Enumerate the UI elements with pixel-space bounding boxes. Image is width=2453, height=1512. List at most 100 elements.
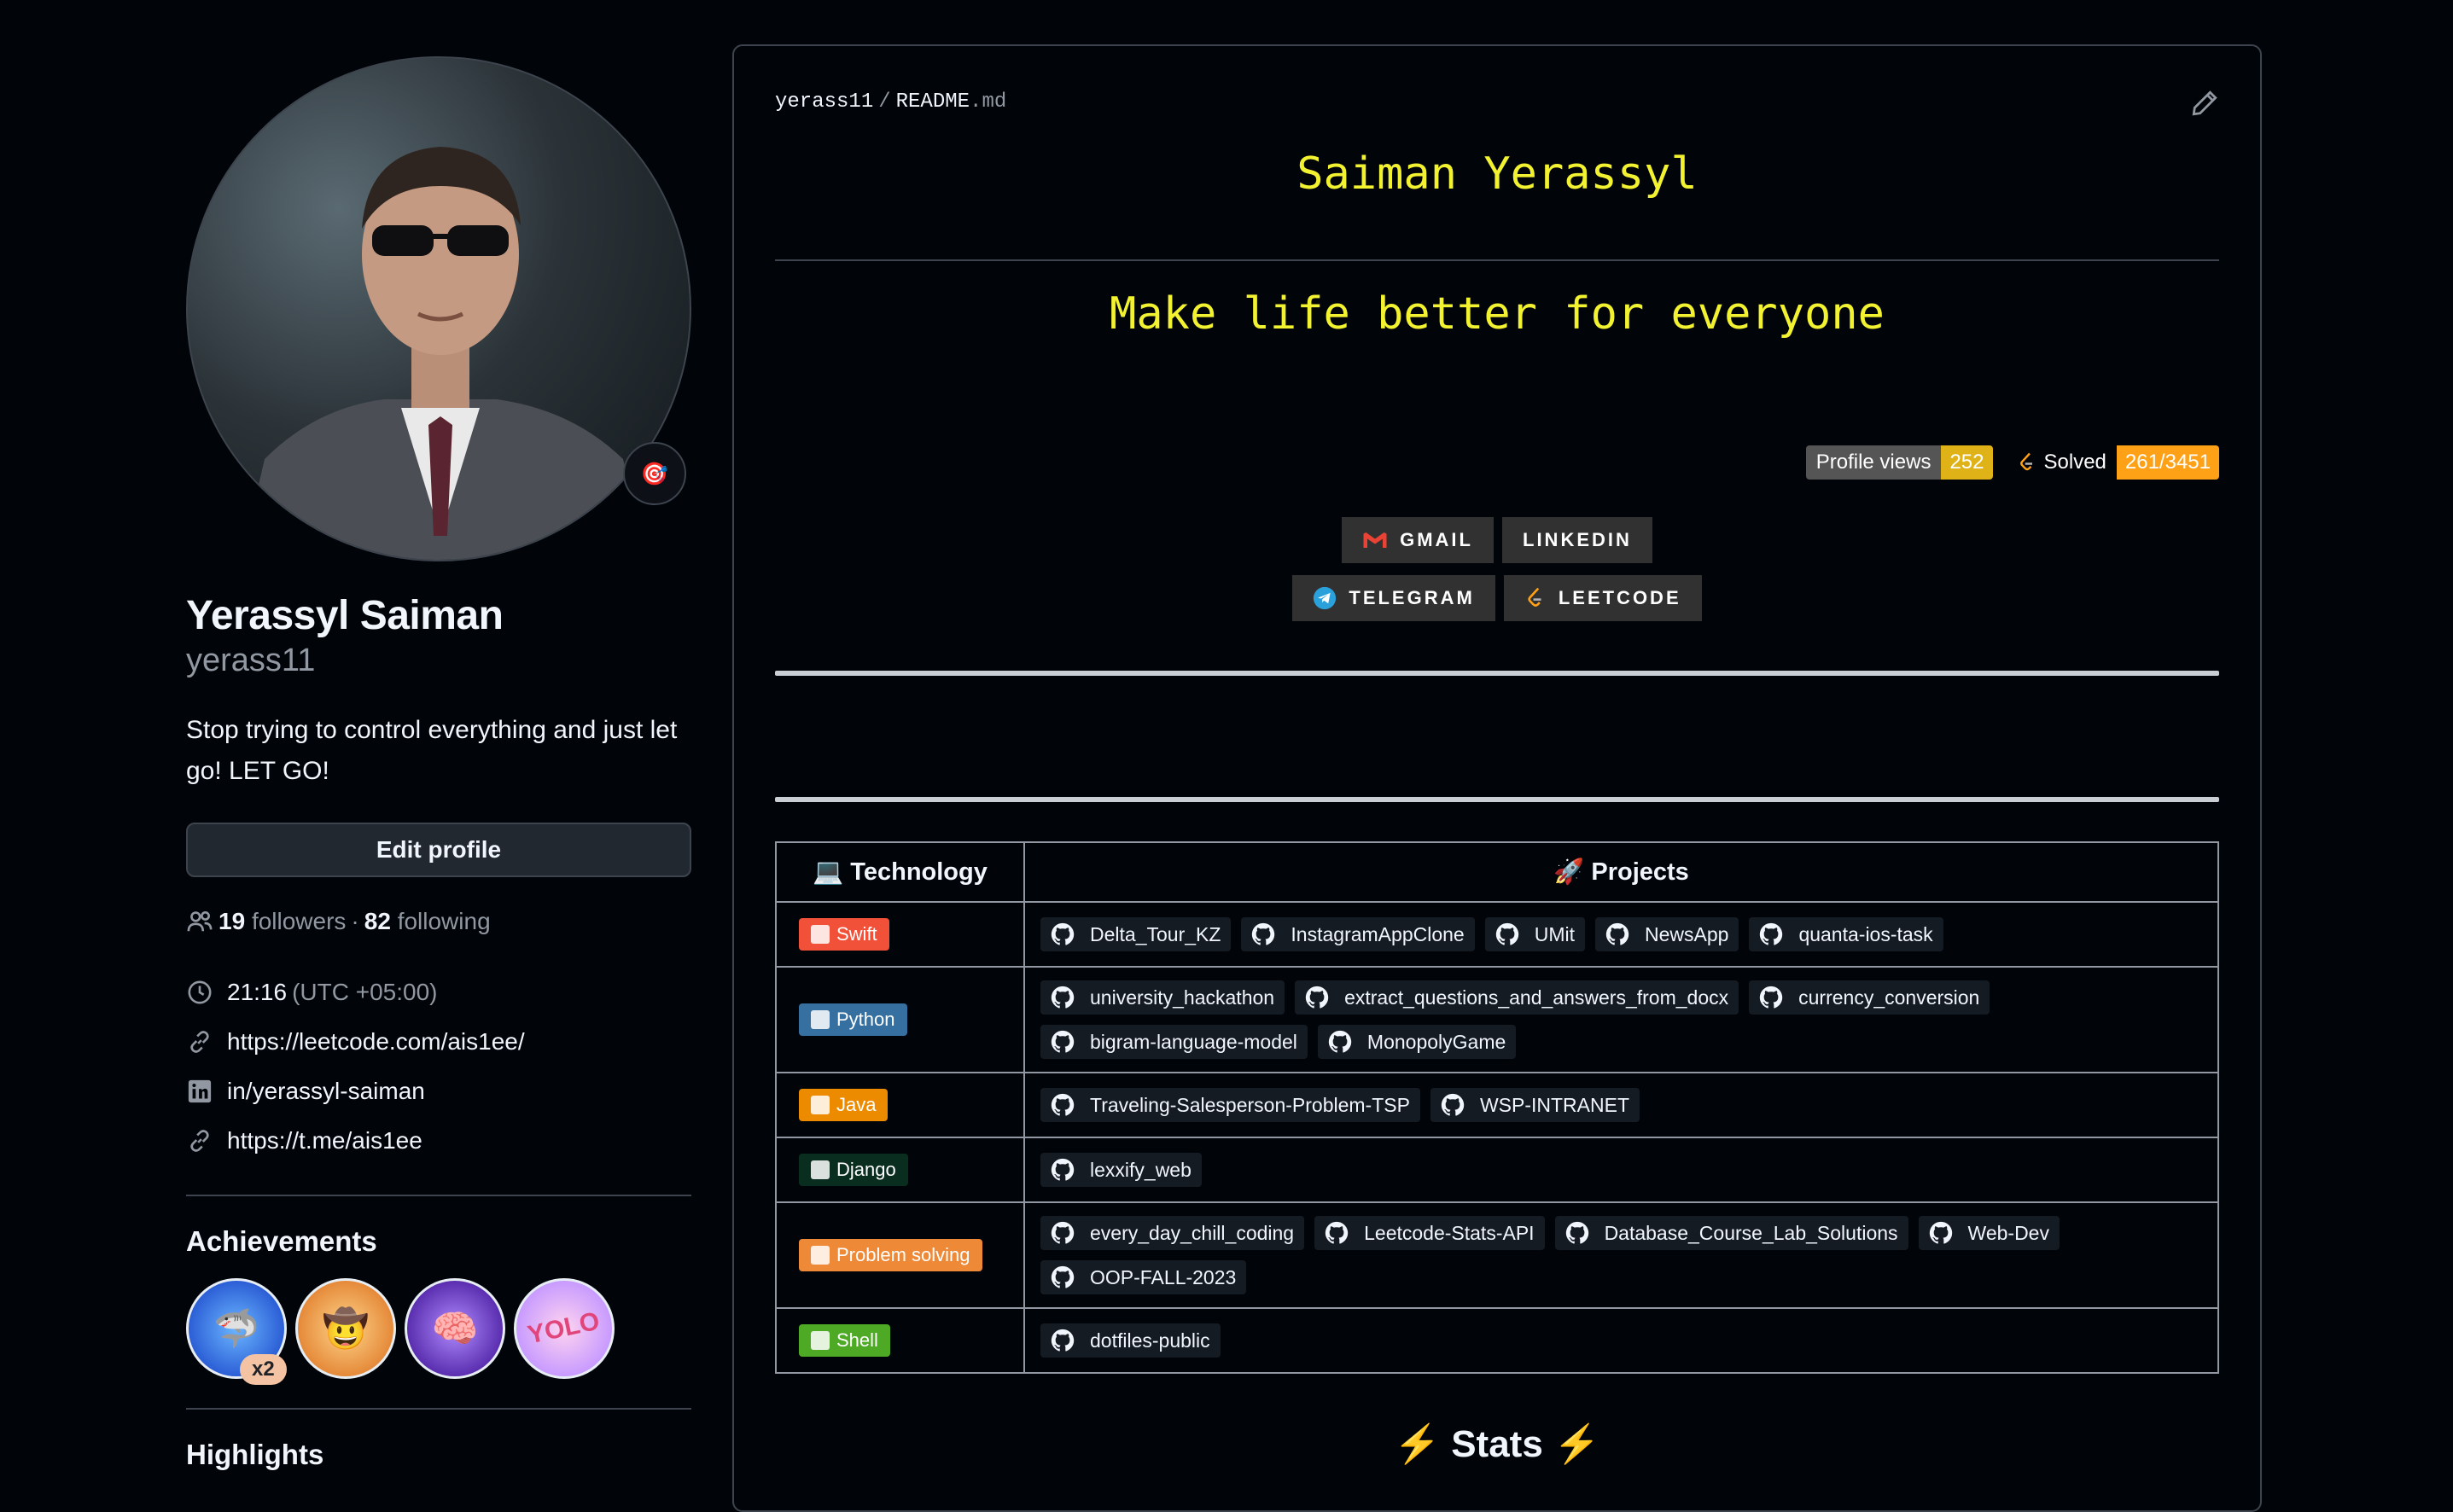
leetcode-button[interactable]: LEETCODE bbox=[1503, 575, 1702, 621]
repo-link[interactable]: extract_questions_and_answers_from_docx bbox=[1295, 980, 1739, 1015]
repo-link[interactable]: WSP-INTRANET bbox=[1430, 1088, 1640, 1122]
social-row: GMAIL LINKEDIN bbox=[1342, 517, 1652, 563]
brain-icon: 🧠 bbox=[431, 1308, 479, 1350]
table-row: Swift Delta_Tour_KZ InstagramAppClone UMit N… bbox=[775, 901, 2219, 968]
github-icon bbox=[1051, 1030, 1075, 1054]
repo-name: university_hackathon bbox=[1090, 986, 1275, 1009]
linkedin-link[interactable]: in/yerassyl-saiman bbox=[227, 1078, 425, 1105]
stats-heading: ⚡ Stats ⚡ bbox=[775, 1422, 2219, 1466]
repo-link[interactable]: bigram-language-model bbox=[1040, 1025, 1308, 1059]
repo-link[interactable]: quanta-ios-task bbox=[1749, 917, 1943, 951]
table-row: Java Traveling-Salesperson-Problem-TSP WSP… bbox=[775, 1072, 2219, 1138]
leetcode-url-link[interactable]: https://leetcode.com/ais1ee/ bbox=[227, 1028, 525, 1055]
breadcrumb-separator: / bbox=[878, 90, 891, 113]
github-icon bbox=[1495, 922, 1519, 946]
profile-bio: Stop trying to control everything and ju… bbox=[186, 716, 678, 785]
telegram-url-link[interactable]: https://t.me/ais1ee bbox=[227, 1127, 422, 1154]
projects-cell: university_hackathon extract_questions_an… bbox=[1023, 966, 2219, 1073]
breadcrumb-owner[interactable]: yerass11 bbox=[775, 90, 873, 113]
avatar-portrait bbox=[241, 147, 647, 560]
repo-name: OOP-FALL-2023 bbox=[1090, 1265, 1237, 1288]
repo-link[interactable]: dotfiles-public bbox=[1040, 1323, 1221, 1358]
social-row: TELEGRAM LEETCODE bbox=[1292, 575, 1702, 621]
avatar-wrapper: 🎯 bbox=[186, 56, 691, 561]
repo-link[interactable]: currency_conversion bbox=[1749, 980, 1990, 1015]
repo-name: NewsApp bbox=[1645, 922, 1729, 945]
repo-link[interactable]: InstagramAppClone bbox=[1241, 917, 1475, 951]
breadcrumb-ext: .md bbox=[970, 90, 1007, 113]
tech-projects-table: 💻 Technology 🚀 Projects Swift Delta_Tour_… bbox=[775, 841, 2219, 1374]
swift-icon bbox=[811, 925, 830, 944]
shark-icon: 🦈 bbox=[213, 1308, 260, 1350]
repo-link[interactable]: Traveling-Salesperson-Problem-TSP bbox=[1040, 1088, 1420, 1122]
achievement-cowboy[interactable]: 🤠 bbox=[295, 1278, 396, 1379]
achievement-galaxy-brain[interactable]: 🧠 bbox=[405, 1278, 505, 1379]
github-icon bbox=[1051, 1221, 1075, 1245]
technology-cell: Python bbox=[775, 966, 1025, 1073]
achievements-title[interactable]: Achievements bbox=[186, 1225, 691, 1258]
readme-hr bbox=[775, 259, 2219, 261]
linkedin-row: in/yerassyl-saiman bbox=[186, 1067, 691, 1116]
github-icon bbox=[1051, 1265, 1075, 1289]
repo-link[interactable]: Web-Dev bbox=[1918, 1216, 2060, 1250]
repo-name: extract_questions_and_answers_from_docx bbox=[1344, 986, 1729, 1009]
repo-link[interactable]: every_day_chill_coding bbox=[1040, 1216, 1305, 1250]
follow-stats: 19 followers · 82 following bbox=[186, 908, 691, 935]
following-link[interactable]: 82 following bbox=[364, 908, 491, 935]
separator-dot: · bbox=[351, 908, 359, 934]
profile-views-badge[interactable]: Profile views 252 bbox=[1805, 445, 1993, 480]
status-emoji-button[interactable]: 🎯 bbox=[623, 442, 686, 505]
repo-link[interactable]: UMit bbox=[1484, 917, 1585, 951]
leetcode-solved-badge[interactable]: Solved 261/3451 bbox=[2006, 445, 2219, 480]
followers-link[interactable]: 19 followers bbox=[218, 908, 346, 935]
github-icon bbox=[1441, 1093, 1465, 1117]
gmail-button[interactable]: GMAIL bbox=[1342, 517, 1494, 563]
clock-icon bbox=[186, 979, 213, 1006]
views-value: 252 bbox=[1941, 445, 1993, 480]
projects-header: 🚀 Projects bbox=[1023, 841, 2219, 903]
repo-link[interactable]: Leetcode-Stats-API bbox=[1314, 1216, 1545, 1250]
github-icon bbox=[1759, 922, 1783, 946]
repo-link[interactable]: OOP-FALL-2023 bbox=[1040, 1260, 1247, 1294]
repo-link[interactable]: lexxify_web bbox=[1040, 1153, 1202, 1187]
breadcrumb-file[interactable]: README bbox=[896, 90, 970, 113]
profile-details: 21:16 (UTC +05:00) https://leetcode.com/… bbox=[186, 968, 691, 1166]
repo-link[interactable]: MonopolyGame bbox=[1317, 1025, 1517, 1059]
github-icon bbox=[1325, 1221, 1349, 1245]
repo-name: Database_Course_Lab_Solutions bbox=[1604, 1221, 1898, 1244]
repo-link[interactable]: NewsApp bbox=[1595, 917, 1739, 951]
linkedin-button[interactable]: LINKEDIN bbox=[1502, 517, 1652, 563]
technology-header: 💻 Technology bbox=[775, 841, 1025, 903]
github-icon bbox=[1605, 922, 1629, 946]
tech-label: Shell bbox=[836, 1329, 878, 1351]
achievement-yolo[interactable]: YOLO bbox=[514, 1278, 615, 1379]
table-row: Python university_hackathon extract_questi… bbox=[775, 966, 2219, 1073]
stats-title: Stats bbox=[1451, 1423, 1543, 1465]
repo-name: Leetcode-Stats-API bbox=[1364, 1221, 1535, 1244]
repo-name: every_day_chill_coding bbox=[1090, 1221, 1295, 1244]
following-label: following bbox=[397, 908, 491, 934]
readme-thick-rule bbox=[775, 797, 2219, 802]
link-icon bbox=[186, 1127, 213, 1154]
table-row: Django lexxify_web bbox=[775, 1137, 2219, 1203]
achievement-pull-shark[interactable]: 🦈 x2 bbox=[186, 1278, 287, 1385]
repo-link[interactable]: Delta_Tour_KZ bbox=[1040, 917, 1232, 951]
edit-readme-pencil-icon[interactable] bbox=[2190, 89, 2219, 118]
edit-profile-button[interactable]: Edit profile bbox=[186, 823, 691, 877]
technology-cell: Shell bbox=[775, 1307, 1025, 1374]
telegram-link-row: https://t.me/ais1ee bbox=[186, 1116, 691, 1166]
tech-badge-python: Python bbox=[799, 1003, 907, 1036]
repo-link[interactable]: university_hackathon bbox=[1040, 980, 1285, 1015]
github-icon bbox=[1565, 1221, 1589, 1245]
telegram-button[interactable]: TELEGRAM bbox=[1292, 575, 1495, 621]
repo-name: Traveling-Salesperson-Problem-TSP bbox=[1090, 1093, 1410, 1116]
tech-label: Python bbox=[836, 1009, 895, 1030]
tech-badge-django: Django bbox=[799, 1154, 908, 1186]
avatar[interactable] bbox=[186, 56, 691, 561]
timezone-value: (UTC +05:00) bbox=[292, 979, 438, 1005]
github-icon bbox=[1051, 1329, 1075, 1352]
local-time: 21:16 (UTC +05:00) bbox=[186, 968, 691, 1017]
table-body: Swift Delta_Tour_KZ InstagramAppClone UMit N… bbox=[775, 901, 2219, 1374]
repo-link[interactable]: Database_Course_Lab_Solutions bbox=[1554, 1216, 1908, 1250]
lightning-icon: ⚡ bbox=[1394, 1423, 1441, 1465]
